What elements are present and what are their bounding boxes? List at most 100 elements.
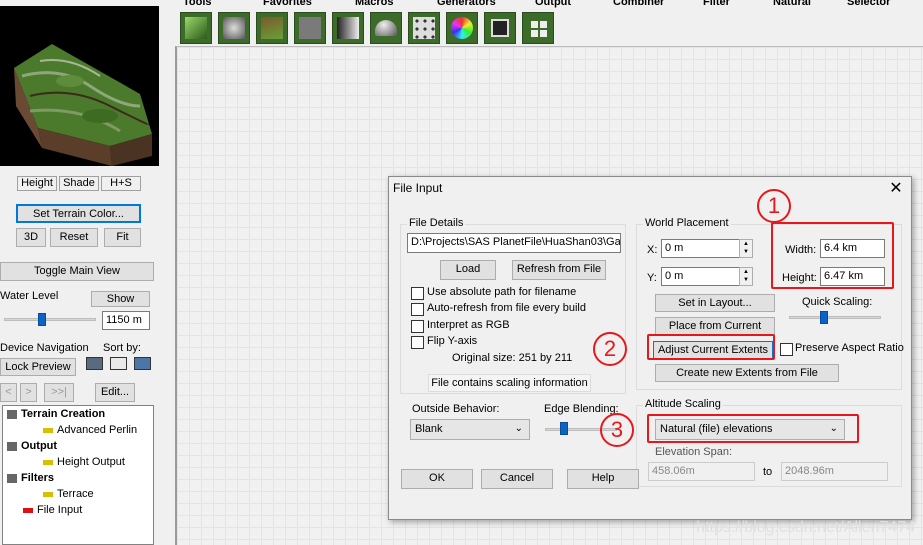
tree-item-label: Filters <box>21 472 55 484</box>
x-spinner[interactable]: ▲ ▼ <box>739 239 753 258</box>
dialog-title: File Input <box>393 181 443 195</box>
water-level-thumb[interactable] <box>38 313 46 326</box>
elevation-span-label: Elevation Span: <box>655 446 733 458</box>
sort-type-icon[interactable] <box>110 357 127 370</box>
quick-scaling-slider[interactable] <box>789 316 881 319</box>
y-input[interactable]: 0 m <box>661 267 741 286</box>
flip-y-checkbox[interactable] <box>411 336 424 349</box>
file-input-icon <box>23 507 33 513</box>
tree-item-label: Output <box>21 440 58 452</box>
tree-item-label: Height Output <box>57 456 125 468</box>
set-terrain-color-button[interactable]: Set Terrain Color... <box>16 204 141 223</box>
water-level-slider[interactable] <box>4 318 96 321</box>
tab-filter[interactable]: Filter <box>703 0 730 8</box>
ok-button[interactable]: OK <box>401 469 473 489</box>
cancel-button[interactable]: Cancel <box>481 469 553 489</box>
outside-behavior-value: Blank <box>415 423 443 435</box>
generators-toolbar: Tools Favorites Macros Generators Output… <box>175 0 923 46</box>
interpret-rgb-label: Interpret as RGB <box>427 319 510 331</box>
file-details-title: File Details <box>407 217 466 229</box>
tree-item-label: Terrain Creation <box>21 408 106 420</box>
reset-button[interactable]: Reset <box>50 228 98 247</box>
tab-output[interactable]: Output <box>535 0 571 8</box>
device-tree[interactable]: Terrain Creation Advanced Perlin Output … <box>2 405 154 545</box>
annotation-box-width-height <box>771 222 894 289</box>
absolute-path-checkbox[interactable] <box>411 287 424 300</box>
y-spinner[interactable]: ▲ ▼ <box>739 267 753 286</box>
tab-macros[interactable]: Macros <box>355 0 394 8</box>
show-water-button[interactable]: Show <box>91 291 150 307</box>
tree-item-label: File Input <box>37 504 83 516</box>
group-icon <box>7 473 17 483</box>
tree-item-terrace[interactable]: Terrace <box>43 488 94 500</box>
sort-grid-icon[interactable] <box>134 357 151 370</box>
elevation-max-input[interactable]: 2048.96m <box>781 462 888 481</box>
tab-favorites[interactable]: Favorites <box>263 0 312 8</box>
hs-view-button[interactable]: H+S <box>101 176 141 191</box>
annotation-circle-3: 3 <box>600 413 634 447</box>
tree-item-terrain-creation[interactable]: Terrain Creation <box>7 408 105 420</box>
tree-item-height-output[interactable]: Height Output <box>43 456 125 468</box>
load-button[interactable]: Load <box>440 260 496 280</box>
hill-tool-icon[interactable] <box>370 12 402 44</box>
flip-y-label: Flip Y-axis <box>427 335 478 347</box>
filter-icon <box>43 491 53 497</box>
y-label: Y: <box>647 272 657 284</box>
tab-generators[interactable]: Generators <box>437 0 496 8</box>
place-from-current-button[interactable]: Place from Current <box>655 317 775 335</box>
gradient-tool-icon[interactable] <box>180 12 212 44</box>
noise-tool-icon[interactable] <box>218 12 250 44</box>
outside-behavior-select[interactable]: Blank ⌄ <box>410 419 530 440</box>
toggle-main-view-button[interactable]: Toggle Main View <box>0 262 154 281</box>
annotation-box-adjust-extents <box>647 334 775 360</box>
3d-button[interactable]: 3D <box>16 228 46 247</box>
color-tool-icon[interactable] <box>446 12 478 44</box>
tree-item-file-input[interactable]: File Input <box>23 504 82 516</box>
tree-item-output[interactable]: Output <box>7 440 57 452</box>
voronoi-tool-icon[interactable] <box>408 12 440 44</box>
sort-list-icon[interactable] <box>86 357 103 370</box>
auto-refresh-label: Auto-refresh from file every build <box>427 302 586 314</box>
shade-view-button[interactable]: Shade <box>59 176 99 191</box>
create-new-extents-button[interactable]: Create new Extents from File <box>655 364 839 382</box>
ramp-tool-icon[interactable] <box>332 12 364 44</box>
output-icon <box>43 459 53 465</box>
tab-natural[interactable]: Natural <box>773 0 811 8</box>
tree-item-advanced-perlin[interactable]: Advanced Perlin <box>43 424 137 436</box>
altitude-scaling-title: Altitude Scaling <box>643 398 723 410</box>
flat-tool-icon[interactable] <box>294 12 326 44</box>
elevation-min-input[interactable]: 458.06m <box>648 462 755 481</box>
set-in-layout-button[interactable]: Set in Layout... <box>655 294 775 312</box>
file-details-group: File Details D:\Projects\SAS PlanetFile\… <box>400 217 626 394</box>
file-path-input[interactable]: D:\Projects\SAS PlanetFile\HuaShan03\Gao <box>407 233 621 253</box>
interpret-rgb-checkbox[interactable] <box>411 320 424 333</box>
quick-scaling-thumb[interactable] <box>820 311 828 324</box>
save-tool-icon[interactable] <box>484 12 516 44</box>
terrain-tool-icon[interactable] <box>256 12 288 44</box>
grid-tool-icon[interactable] <box>522 12 554 44</box>
fit-button[interactable]: Fit <box>104 228 141 247</box>
height-view-button[interactable]: Height <box>17 176 57 191</box>
sort-by-label: Sort by: <box>103 342 141 354</box>
water-level-input[interactable]: 1150 m <box>102 311 150 330</box>
edit-button[interactable]: Edit... <box>95 383 135 402</box>
refresh-from-file-button[interactable]: Refresh from File <box>512 260 606 280</box>
outside-behavior-label: Outside Behavior: <box>412 403 500 415</box>
help-button[interactable]: Help <box>567 469 639 489</box>
tab-tools[interactable]: Tools <box>183 0 212 8</box>
nav-prev-button[interactable]: < <box>0 383 17 402</box>
edge-blending-thumb[interactable] <box>560 422 568 435</box>
terrain-preview[interactable] <box>0 6 159 166</box>
tab-selector[interactable]: Selector <box>847 0 890 8</box>
annotation-circle-1: 1 <box>757 189 791 223</box>
nav-next-button[interactable]: > <box>20 383 37 402</box>
nav-end-button[interactable]: >>| <box>44 383 74 402</box>
lock-preview-button[interactable]: Lock Preview <box>0 358 76 376</box>
chevron-down-icon: ⌄ <box>514 423 523 434</box>
tree-item-filters[interactable]: Filters <box>7 472 54 484</box>
x-input[interactable]: 0 m <box>661 239 741 258</box>
auto-refresh-checkbox[interactable] <box>411 303 424 316</box>
tab-combiner[interactable]: Combiner <box>613 0 664 8</box>
close-icon[interactable]: ✕ <box>887 178 905 198</box>
preserve-aspect-checkbox[interactable] <box>780 343 793 356</box>
